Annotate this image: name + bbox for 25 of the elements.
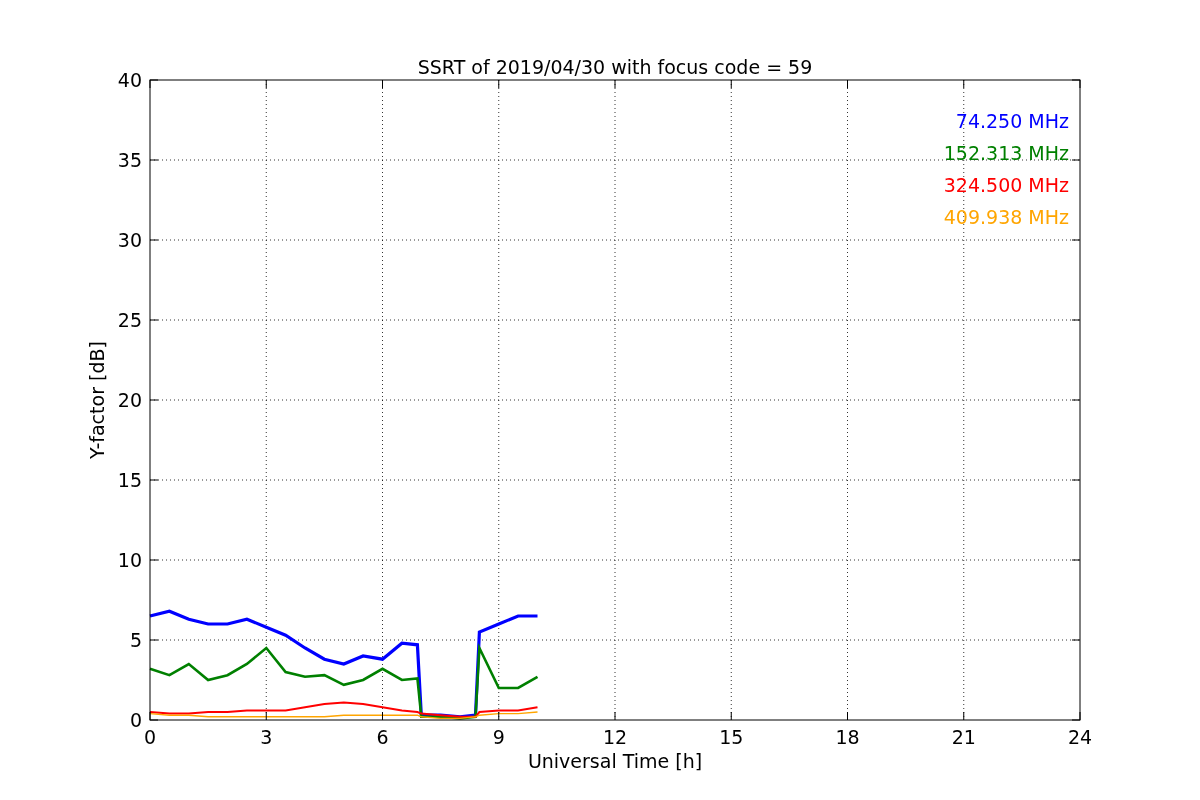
- y-tick-label: 30: [117, 229, 142, 251]
- y-tick-label: 15: [117, 469, 142, 491]
- y-tick-label: 35: [117, 149, 142, 171]
- legend-label: 152.313 MHz: [943, 142, 1069, 164]
- y-tick-label: 20: [117, 389, 142, 411]
- x-tick-label: 18: [835, 726, 860, 748]
- y-tick-label: 25: [117, 309, 142, 331]
- y-tick-label: 10: [117, 549, 142, 571]
- legend-label: 74.250 MHz: [955, 110, 1069, 132]
- legend-label: 409.938 MHz: [943, 206, 1069, 228]
- legend-label: 324.500 MHz: [943, 174, 1069, 196]
- x-tick-label: 15: [719, 726, 744, 748]
- y-axis-label: Y-factor [dB]: [86, 341, 108, 459]
- y-tick-label: 40: [117, 69, 142, 91]
- x-tick-label: 9: [492, 726, 505, 748]
- chart-title: SSRT of 2019/04/30 with focus code = 59: [417, 56, 813, 78]
- x-tick-label: 6: [376, 726, 389, 748]
- x-tick-label: 12: [602, 726, 628, 748]
- x-tick-label: 21: [951, 726, 976, 748]
- x-tick-label: 3: [260, 726, 273, 748]
- x-tick-label: 24: [1067, 726, 1093, 748]
- y-tick-label: 5: [129, 629, 142, 651]
- y-tick-label: 0: [129, 709, 142, 731]
- x-axis-label: Universal Time [h]: [527, 750, 703, 772]
- x-tick-label: 0: [143, 726, 157, 748]
